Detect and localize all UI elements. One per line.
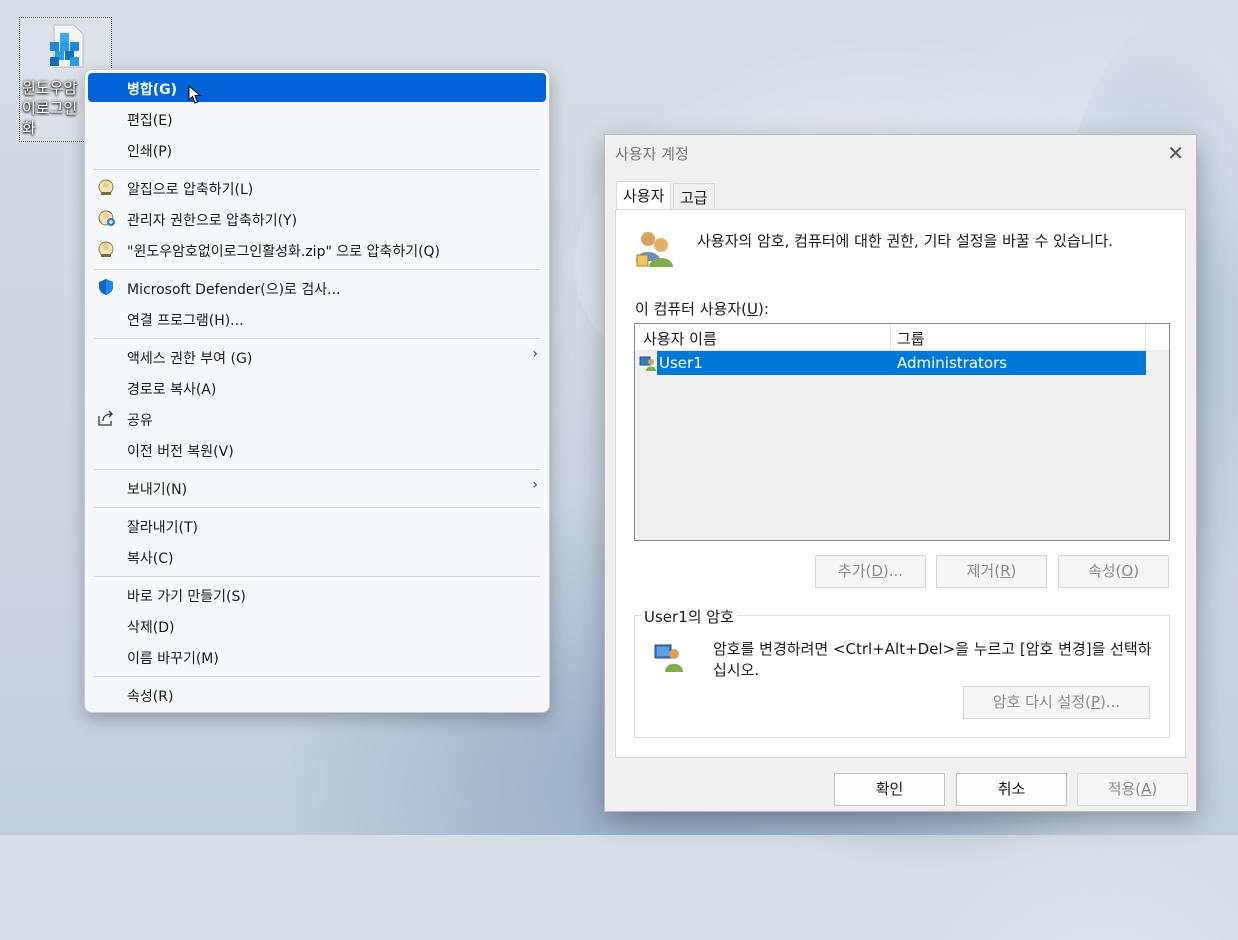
context-menu: 병합(G) 편집(E) 인쇄(P) 알집으로 압축하기(L) 관리자 권한으로 … [84,69,550,713]
menu-item-properties[interactable]: 속성(R) [88,680,546,709]
menu-item-label: 편집(E) [127,113,173,129]
registry-file-icon [50,24,84,68]
menu-item-label: Microsoft Defender(으)로 검사... [127,282,341,298]
menu-item-label: 알집으로 압축하기(L) [127,182,254,198]
menu-separator [94,338,540,339]
column-header-username[interactable]: 사용자 이름 [643,328,717,349]
users-tab-panel: 사용자의 암호, 컴퓨터에 대한 권한, 기타 설정을 바꿀 수 있습니다. 이… [615,209,1186,758]
ok-button[interactable]: 확인 [834,773,945,806]
menu-item-label: 공유 [127,413,153,429]
user-group-cell: Administrators [897,354,1008,372]
menu-item-give-access[interactable]: 액세스 권한 부여 (G) › [88,342,546,371]
cancel-button[interactable]: 취소 [956,773,1067,806]
table-row[interactable]: User1 Administrators [657,351,1146,375]
password-change-message: 암호를 변경하려면 <Ctrl+Alt+Del>을 누르고 [암호 변경]을 선… [713,640,1152,679]
share-icon [98,410,113,426]
password-user-icon [654,644,683,672]
menu-item-defender-scan[interactable]: Microsoft Defender(으)로 검사... [88,273,546,302]
menu-item-edit[interactable]: 편집(E) [88,104,546,133]
menu-item-label: 복사(C) [127,551,174,567]
menu-item-create-shortcut[interactable]: 바로 가기 만들기(S) [88,580,546,609]
menu-item-label: 병합(G) [127,82,178,98]
close-icon[interactable]: ✕ [1167,141,1184,165]
tab-advanced[interactable]: 고급 [673,183,715,209]
menu-item-label: 연결 프로그램(H)... [127,313,244,329]
menu-item-send-to[interactable]: 보내기(N) › [88,473,546,502]
reset-password-button[interactable]: 암호 다시 설정(P)... [963,686,1150,719]
user-name-cell: User1 [659,354,703,372]
menu-separator [94,469,540,470]
menu-item-label: 보내기(N) [127,482,188,498]
apply-button[interactable]: 적용(A) [1077,773,1188,806]
remove-user-button[interactable]: 제거(R) [936,555,1047,588]
menu-item-rename[interactable]: 이름 바꾸기(M) [88,642,546,671]
add-user-button[interactable]: 추가(D)... [815,555,926,588]
chevron-right-icon: › [532,346,538,362]
mouse-cursor-icon [188,85,202,104]
alzip-icon [98,179,114,195]
menu-item-label: 경로로 복사(A) [127,382,217,398]
column-header-group[interactable]: 그룹 [897,328,925,349]
menu-separator [94,576,540,577]
user-accounts-dialog: 사용자 계정 ✕ 사용자 고급 사용자의 암호, 컴퓨터에 대한 권한, 기타 … [604,134,1197,812]
tab-users[interactable]: 사용자 [616,181,672,209]
menu-item-print[interactable]: 인쇄(P) [88,135,546,164]
user-properties-button[interactable]: 속성(O) [1058,555,1169,588]
menu-item-label: 바로 가기 만들기(S) [127,589,246,605]
menu-item-restore-previous[interactable]: 이전 버전 복원(V) [88,435,546,464]
menu-item-label: 인쇄(P) [127,144,173,160]
users-list-label: 이 컴퓨터 사용자(U): [635,300,769,318]
chevron-right-icon: › [532,477,538,493]
menu-item-label: 잘라내기(T) [127,520,198,536]
menu-item-copy[interactable]: 복사(C) [88,542,546,571]
users-icon [636,232,673,267]
menu-item-cut[interactable]: 잘라내기(T) [88,511,546,540]
menu-separator [94,269,540,270]
menu-item-delete[interactable]: 삭제(D) [88,611,546,640]
menu-item-share[interactable]: 공유 [88,404,546,433]
menu-item-alzip-compress[interactable]: 알집으로 압축하기(L) [88,173,546,202]
alzip-icon [98,241,114,257]
menu-item-alzip-admin[interactable]: 관리자 권한으로 압축하기(Y) [88,204,546,233]
user-account-icon [639,356,656,371]
menu-item-merge[interactable]: 병합(G) [88,73,546,102]
menu-item-label: 관리자 권한으로 압축하기(Y) [127,213,298,229]
menu-item-label: "윈도우암호없이로그인활성화.zip" 으로 압축하기(Q) [127,244,441,260]
menu-item-label: 삭제(D) [127,620,175,636]
menu-item-label: 액세스 권한 부여 (G) [127,351,253,367]
users-description: 사용자의 암호, 컴퓨터에 대한 권한, 기타 설정을 바꿀 수 있습니다. [697,232,1114,250]
menu-item-open-with[interactable]: 연결 프로그램(H)... [88,304,546,333]
menu-item-alzip-compress-to-zip[interactable]: "윈도우암호없이로그인활성화.zip" 으로 압축하기(Q) [88,235,546,264]
menu-item-copy-as-path[interactable]: 경로로 복사(A) [88,373,546,402]
password-group-legend: User1의 암호 [641,606,737,627]
menu-separator [94,169,540,170]
users-list[interactable]: 사용자 이름 그룹 User1 Administrators [634,323,1170,541]
dialog-title: 사용자 계정 [615,145,689,163]
menu-item-label: 이름 바꾸기(M) [127,651,219,667]
menu-separator [94,507,540,508]
menu-item-label: 속성(R) [127,689,174,705]
defender-shield-icon [99,279,113,295]
users-list-header: 사용자 이름 그룹 [635,324,1169,351]
menu-item-label: 이전 버전 복원(V) [127,444,234,460]
menu-separator [94,676,540,677]
alzip-admin-icon [98,210,115,226]
password-group: User1의 암호 암호를 변경하려면 <Ctrl+Alt+Del>을 누르고 … [634,606,1170,738]
